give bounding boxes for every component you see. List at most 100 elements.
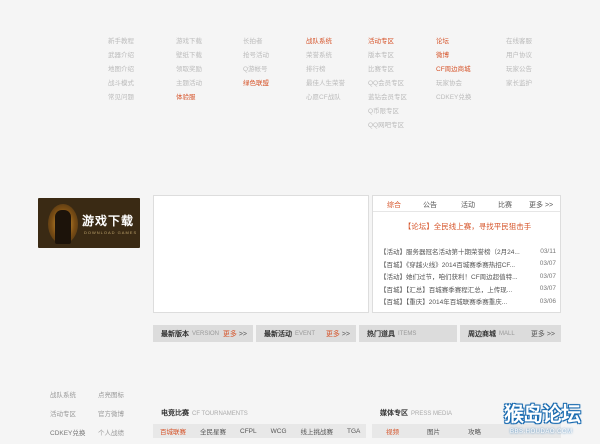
more-label: 更多	[222, 330, 237, 338]
section-subtitle: EVENT	[295, 330, 316, 337]
tab-media[interactable]: 视频	[372, 426, 413, 436]
news-item-date: 03/07	[539, 260, 556, 268]
section-title: 最新版本	[161, 330, 189, 338]
quick-link[interactable]: 战队系统	[50, 389, 98, 399]
quick-link[interactable]: 点亮图标	[98, 389, 148, 399]
nav-link[interactable]: 用户协议	[506, 52, 532, 60]
nav-link[interactable]: 微博	[436, 52, 471, 60]
news-item-date: 03/07	[539, 272, 556, 280]
tab-media[interactable]: 图片	[413, 426, 454, 436]
tab-tournament[interactable]: CFPL	[233, 428, 264, 435]
news-headline[interactable]: 【论坛】全民线上赛，寻找平民狙击手	[373, 221, 562, 232]
nav-link[interactable]: 地图介绍	[108, 66, 134, 74]
news-item-date: 03/07	[539, 285, 556, 293]
news-item[interactable]: 【活动】服务器冠名活动第十期荣誉榜（2月24... 03/11	[380, 245, 556, 258]
nav-link[interactable]: 抢号活动	[243, 52, 269, 60]
nav-link[interactable]: 版本专区	[368, 52, 407, 60]
news-item[interactable]: 【百城】《穿越火线》2014百城赛季赛热招CF... 03/07	[380, 258, 556, 271]
news-item-title: 【百城】《穿越火线》2014百城赛季赛热招CF...	[380, 261, 516, 269]
forum-watermark: 猴岛论坛 BBS.HOUDAO.COM	[504, 398, 596, 442]
nav-link[interactable]: 新手教程	[108, 38, 134, 46]
news-more-link[interactable]: 更多 >>	[529, 200, 553, 210]
more-label: 更多	[325, 330, 340, 338]
nav-link[interactable]: QQ网吧专区	[368, 122, 407, 130]
tab-events[interactable]: 活动	[461, 200, 475, 210]
media-subtitle: PRESS MEDIA	[411, 411, 453, 417]
quick-link[interactable]: 官方微博	[98, 408, 148, 418]
section-title: 周边商城	[468, 330, 496, 338]
nav-link[interactable]: 排行榜	[306, 66, 345, 74]
nav-link[interactable]: CF周边商城	[436, 66, 471, 74]
media-heading: 媒体专区 PRESS MEDIA	[380, 408, 452, 418]
nav-link[interactable]: 主题活动	[176, 80, 202, 88]
nav-link[interactable]: 领取奖励	[176, 66, 202, 74]
nav-column-guide: 新手教程 武器介绍 地图介绍 战斗模式 常见问题	[108, 38, 134, 102]
nav-link[interactable]: 武器介绍	[108, 52, 134, 60]
nav-link[interactable]: 在线客服	[506, 38, 532, 46]
tab-matches[interactable]: 比赛	[498, 200, 512, 210]
nav-link[interactable]: 体验服	[176, 94, 202, 102]
news-list: 【活动】服务器冠名活动第十期荣誉榜（2月24... 03/11 【百城】《穿越火线…	[380, 245, 556, 308]
soldier-figure-icon	[55, 210, 71, 244]
tab-tournament[interactable]: 全民星赛	[193, 426, 233, 436]
tab-general[interactable]: 综合	[387, 200, 401, 210]
news-item[interactable]: 【活动】她们过节，咱们获利！CF周边超值特... 03/07	[380, 270, 556, 283]
nav-link[interactable]: 家长监护	[506, 80, 532, 88]
tournaments-heading: 电竞比赛 CF TOURNAMENTS	[161, 408, 248, 418]
news-item-title: 【百城】【重庆】2014年百城联赛季赛重庆...	[380, 299, 508, 307]
nav-link[interactable]: 玩家公告	[506, 66, 532, 74]
nav-column-account: 长拍者 抢号活动 Q游帐号 绿色联盟	[243, 38, 269, 88]
nav-link[interactable]: 游戏下载	[176, 38, 202, 46]
news-item[interactable]: 【百城】【重庆】2014年百城联赛季赛重庆... 03/06	[380, 295, 556, 308]
game-download-banner[interactable]: 游戏下载 DOWNLOAD GAMES	[38, 198, 140, 248]
tournaments-title: 电竞比赛	[161, 410, 189, 417]
tab-tournament[interactable]: WCG	[264, 428, 294, 435]
nav-link[interactable]: Q币限专区	[368, 108, 407, 116]
section-bar-version: 最新版本 VERSION 更多 >>	[153, 325, 253, 342]
watermark-title: 猴岛论坛	[504, 404, 581, 426]
tab-media[interactable]: 攻略	[454, 426, 495, 436]
nav-column-community: 论坛 微博 CF周边商城 玩家协会 CDKEY兑换	[436, 38, 471, 102]
section-more-link[interactable]: 更多 >>	[326, 329, 350, 339]
featured-slider[interactable]	[153, 195, 369, 313]
nav-column-download: 游戏下载 壁纸下载 领取奖励 主题活动 体验服	[176, 38, 202, 102]
nav-link[interactable]: 绿色联盟	[243, 80, 269, 88]
tab-tournament[interactable]: TGA	[340, 428, 367, 435]
news-tabs: 综合 公告 活动 比赛 更多 >>	[373, 196, 560, 212]
tournament-tabs: 百城联赛 全民星赛 CFPL WCG 线上挑战赛 TGA	[153, 424, 366, 438]
nav-link[interactable]: 常见问题	[108, 94, 134, 102]
nav-link[interactable]: 比赛专区	[368, 66, 407, 74]
nav-link[interactable]: 战队系统	[306, 38, 345, 46]
nav-link[interactable]: 长拍者	[243, 38, 269, 46]
quick-link[interactable]: 个人战绩	[98, 427, 148, 437]
nav-link[interactable]: 最佳人生荣誉	[306, 80, 345, 88]
nav-link[interactable]: 心愿CF战队	[306, 94, 345, 102]
banner-title: 游戏下载	[82, 214, 135, 228]
nav-link[interactable]: Q游帐号	[243, 66, 269, 74]
news-item-date: 03/06	[539, 297, 556, 305]
nav-link[interactable]: 玩家协会	[436, 80, 471, 88]
nav-link[interactable]: 荣誉系统	[306, 52, 345, 60]
section-subtitle: MALL	[499, 330, 515, 337]
nav-link[interactable]: 蓝钻会员专区	[368, 94, 407, 102]
section-more-link[interactable]: 更多 >>	[531, 329, 555, 339]
nav-link[interactable]: CDKEY兑换	[436, 94, 471, 102]
nav-link[interactable]: 壁纸下载	[176, 52, 202, 60]
news-item-title: 【活动】她们过节，咱们获利！CF周边超值特...	[380, 274, 518, 282]
nav-link[interactable]: 战斗模式	[108, 80, 134, 88]
nav-link[interactable]: QQ会员专区	[368, 80, 407, 88]
news-item-title: 【活动】服务器冠名活动第十期荣誉榜（2月24...	[380, 249, 520, 257]
more-label: 更多	[530, 330, 545, 338]
news-panel: 综合 公告 活动 比赛 更多 >> 【论坛】全民线上赛，寻找平民狙击手 【活动】…	[372, 195, 561, 313]
tab-tournament[interactable]: 百城联赛	[153, 426, 193, 436]
section-more-link[interactable]: 更多 >>	[223, 329, 247, 339]
nav-link[interactable]: 论坛	[436, 38, 471, 46]
quick-link[interactable]: 活动专区	[50, 408, 98, 418]
section-subtitle: ITEMS	[398, 330, 417, 337]
news-item[interactable]: 【百城】【汇总】百城赛季赛程汇总，上传现... 03/07	[380, 283, 556, 296]
quick-link[interactable]: CDKEY兑换	[50, 427, 98, 437]
tab-announcements[interactable]: 公告	[423, 200, 437, 210]
tab-tournament[interactable]: 线上挑战赛	[294, 426, 341, 436]
nav-column-zones: 活动专区 版本专区 比赛专区 QQ会员专区 蓝钻会员专区 Q币限专区 QQ网吧专…	[368, 38, 407, 130]
nav-link[interactable]: 活动专区	[368, 38, 407, 46]
